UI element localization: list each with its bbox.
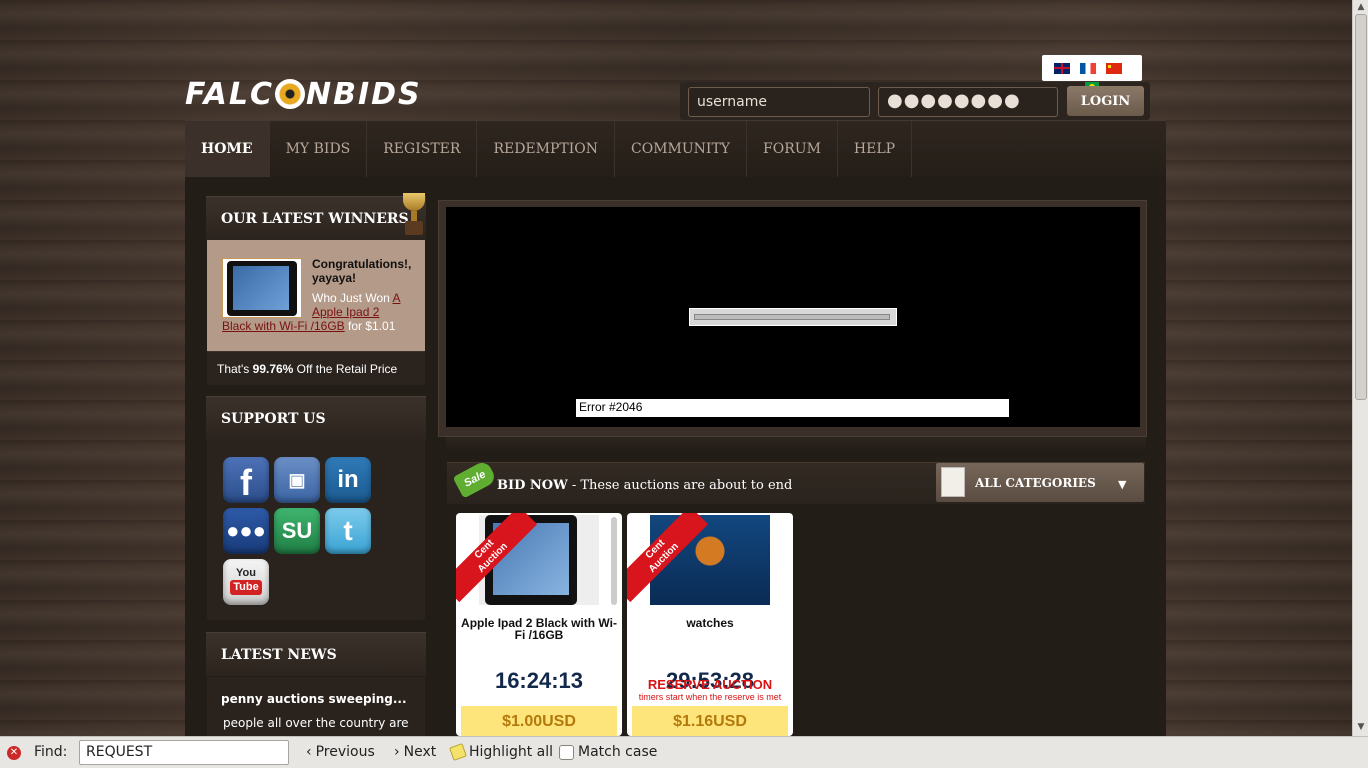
retail-savings: That's 99.76% Off the Retail Price — [207, 351, 425, 385]
price-value: $1.00 — [502, 713, 543, 730]
uk-flag-icon[interactable] — [1054, 62, 1070, 74]
trophy-icon — [400, 193, 428, 237]
logo-eye-icon — [274, 79, 305, 109]
flash-error: Error #2046 — [576, 399, 1009, 417]
auction-card[interactable]: Cent Auction watches 29:53:28 RESERVE AUC… — [627, 513, 793, 736]
winner-price: for $1.01 — [344, 319, 396, 333]
scroll-down-icon[interactable]: ▼ — [1356, 722, 1366, 732]
nav-help[interactable]: HELP — [838, 121, 913, 177]
highlight-all-button[interactable]: Highlight all — [449, 743, 554, 761]
next-label: Next — [403, 744, 437, 760]
vertical-scrollbar[interactable]: ▲ ▼ — [1352, 0, 1368, 736]
retail-suffix: Off the Retail Price — [293, 362, 398, 376]
retail-prefix: That's — [217, 362, 253, 376]
stumbleupon-icon[interactable]: SU — [274, 508, 320, 554]
highlight-label: Highlight all — [469, 744, 554, 760]
highlighter-icon — [449, 743, 467, 761]
category-label: ALL CATEGORIES — [975, 476, 1096, 490]
match-case-label: Match case — [578, 744, 658, 760]
winner-item-link-3[interactable]: Black with Wi-Fi /16GB — [222, 319, 345, 333]
youtube-icon[interactable]: You Tube — [223, 559, 269, 605]
username-input[interactable]: username — [688, 87, 870, 117]
nav-register[interactable]: REGISTER — [367, 121, 478, 177]
auction-card[interactable]: Cent Auction Apple Ipad 2 Black with Wi-F… — [456, 513, 622, 736]
auction-price: $1.16USD — [632, 706, 788, 736]
auction-timer: 16:24:13 — [494, 668, 584, 693]
nav-my-bids[interactable]: MY BIDS — [270, 121, 368, 177]
falconbids-logo[interactable]: FALC NBIDS — [185, 76, 423, 112]
match-case-checkbox[interactable]: Match case — [559, 744, 657, 760]
bidnow-bold: BID NOW — [497, 478, 568, 493]
auction-name[interactable]: Apple Ipad 2 Black with Wi-Fi /16GB — [456, 617, 622, 641]
cn-flag-icon[interactable] — [1106, 62, 1122, 74]
find-next-button[interactable]: › Next — [394, 744, 436, 760]
scroll-up-icon[interactable]: ▲ — [1356, 2, 1366, 12]
support-heading: SUPPORT US — [206, 396, 426, 440]
news-title[interactable]: penny auctions sweeping... — [221, 692, 407, 706]
chevron-right-icon: › — [394, 744, 400, 760]
fr-flag-icon[interactable] — [1080, 62, 1096, 74]
logo-text-start: FALC — [185, 76, 274, 112]
document-icon — [941, 467, 965, 497]
linkedin-icon[interactable]: in — [325, 457, 371, 503]
price-currency: USD — [713, 713, 747, 730]
who-won-label: Who Just Won — [312, 291, 393, 305]
price-value: $1.16 — [673, 713, 714, 730]
nav-redemption[interactable]: REDEMPTION — [477, 121, 615, 177]
winner-congrats: Congratulations!, yayaya! — [312, 257, 412, 285]
winner-product-image[interactable] — [222, 258, 302, 318]
find-previous-button[interactable]: ‹ Previous — [306, 744, 375, 760]
delicious-icon[interactable]: ▣ — [274, 457, 320, 503]
bidnow-title: BID NOW - These auctions are about to en… — [497, 478, 792, 493]
facebook-icon[interactable]: f — [223, 457, 269, 503]
nav-home[interactable]: HOME — [185, 121, 270, 177]
chevron-left-icon: ‹ — [306, 744, 312, 760]
close-icon[interactable]: ✕ — [7, 746, 21, 760]
retail-percent: 99.76% — [252, 362, 294, 376]
reserve-auction-label: RESERVE AUCTION — [647, 677, 773, 692]
winner-item-link-1[interactable]: A — [392, 291, 400, 305]
news-heading: LATEST NEWS — [206, 632, 426, 676]
scroll-thumb[interactable] — [1355, 14, 1367, 400]
checkbox-icon — [559, 744, 574, 760]
bidnow-rest: - These auctions are about to end — [567, 478, 793, 493]
previous-label: Previous — [315, 744, 375, 760]
youtube-tube: Tube — [230, 580, 262, 595]
winners-heading: OUR LATEST WINNERS — [206, 196, 426, 240]
nav-forum[interactable]: FORUM — [747, 121, 838, 177]
auction-name[interactable]: watches — [627, 617, 793, 629]
price-currency: USD — [542, 713, 576, 730]
main-nav: HOME MY BIDS REGISTER REDEMPTION COMMUNI… — [185, 120, 1166, 177]
myspace-icon[interactable]: ●●● — [223, 508, 269, 554]
youtube-you: You — [236, 567, 256, 579]
login-button[interactable]: LOGIN — [1067, 86, 1144, 116]
flash-loading-bar — [689, 308, 897, 326]
twitter-icon[interactable]: t — [325, 508, 371, 554]
winner-item-link-2[interactable]: Apple Ipad 2 — [312, 305, 379, 319]
auction-price: $1.00USD — [461, 706, 617, 736]
logo-text-end: NBIDS — [305, 76, 422, 112]
reserve-auction-note: timers start when the reserve is met — [638, 692, 782, 702]
flash-shadow — [446, 437, 1146, 451]
find-label: Find: — [34, 744, 68, 760]
nav-community[interactable]: COMMUNITY — [615, 121, 748, 177]
password-input[interactable]: ●●●●●●●● — [878, 87, 1058, 117]
chevron-down-icon[interactable]: ▼ — [1118, 478, 1126, 491]
find-input[interactable]: REQUEST — [79, 740, 289, 765]
news-body: people all over the country are — [223, 716, 409, 730]
language-flags — [1042, 55, 1142, 81]
find-bar: ✕ Find: REQUEST ‹ Previous › Next Highligh… — [0, 736, 1368, 768]
